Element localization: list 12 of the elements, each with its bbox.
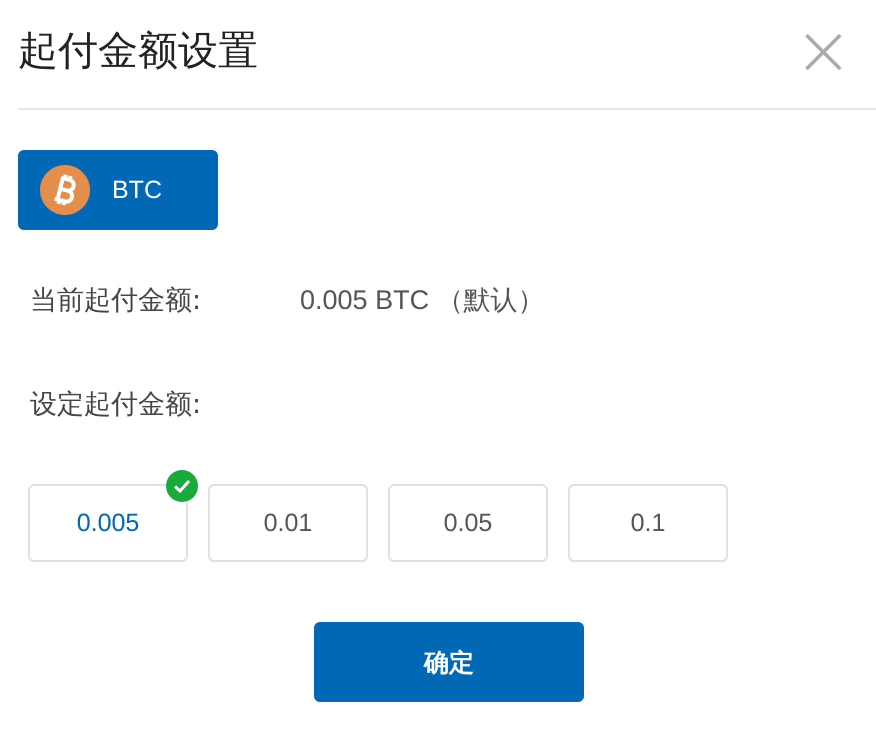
dialog-title: 起付金额设置 — [18, 26, 258, 76]
check-icon — [166, 470, 198, 502]
amount-option[interactable]: 0.005 — [28, 484, 188, 562]
set-amount-label: 设定起付金额: — [30, 388, 202, 422]
amount-option[interactable]: 0.01 — [208, 484, 368, 562]
current-amount-value: 0.005 BTC （默认） — [300, 284, 545, 317]
coin-selector[interactable]: BTC — [18, 150, 218, 230]
amount-option[interactable]: 0.1 — [568, 484, 728, 562]
amount-option[interactable]: 0.05 — [388, 484, 548, 562]
current-amount-label: 当前起付金额: — [30, 284, 202, 318]
bitcoin-icon — [40, 165, 90, 215]
confirm-button[interactable]: 确定 — [314, 622, 584, 702]
